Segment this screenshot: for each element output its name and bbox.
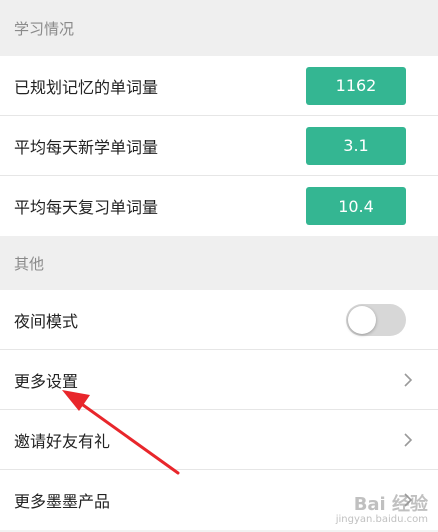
watermark: Bai 经验 jingyan.baidu.com (336, 496, 428, 526)
section-title-study: 学习情况 (14, 19, 75, 38)
night-mode-toggle[interactable] (346, 303, 406, 336)
label-more-products: 更多墨墨产品 (14, 492, 111, 511)
label-daily-new-words: 平均每天新学单词量 (14, 137, 159, 157)
section-title-other: 其他 (14, 254, 45, 273)
row-invite-friends[interactable]: 邀请好友有礼 (0, 410, 438, 470)
label-planned-words: 已规划记忆的单词量 (14, 77, 159, 97)
label-daily-review-words: 平均每天复习单词量 (14, 198, 159, 217)
row-daily-new-words: 平均每天新学单词量 3.1 (0, 116, 438, 176)
watermark-url: jingyan.baidu.com (335, 514, 428, 525)
settings-screen: 学习情况 已规划记忆的单词量 1162 平均每天新学单词量 3.1 平均每天复习… (0, 0, 438, 530)
section-header-other: 其他 (0, 236, 438, 290)
row-more-settings[interactable]: 更多设置 (0, 350, 438, 410)
watermark-brand: Bai 经验 (353, 494, 428, 515)
row-daily-review-words: 平均每天复习单词量 10.4 (0, 176, 438, 236)
value-planned-words: 1162 (306, 66, 406, 105)
label-night-mode: 夜间模式 (14, 311, 79, 331)
row-night-mode[interactable]: 夜间模式 (0, 290, 438, 350)
section-header-study: 学习情况 (0, 0, 438, 56)
row-planned-words: 已规划记忆的单词量 1162 (0, 56, 438, 116)
chevron-right-icon (400, 372, 416, 388)
value-daily-new-words: 3.1 (306, 126, 406, 165)
label-invite-friends: 邀请好友有礼 (14, 431, 111, 451)
chevron-right-icon (400, 432, 416, 448)
value-daily-review-words: 10.4 (306, 187, 406, 225)
toggle-knob (348, 305, 376, 334)
label-more-settings: 更多设置 (14, 371, 79, 391)
